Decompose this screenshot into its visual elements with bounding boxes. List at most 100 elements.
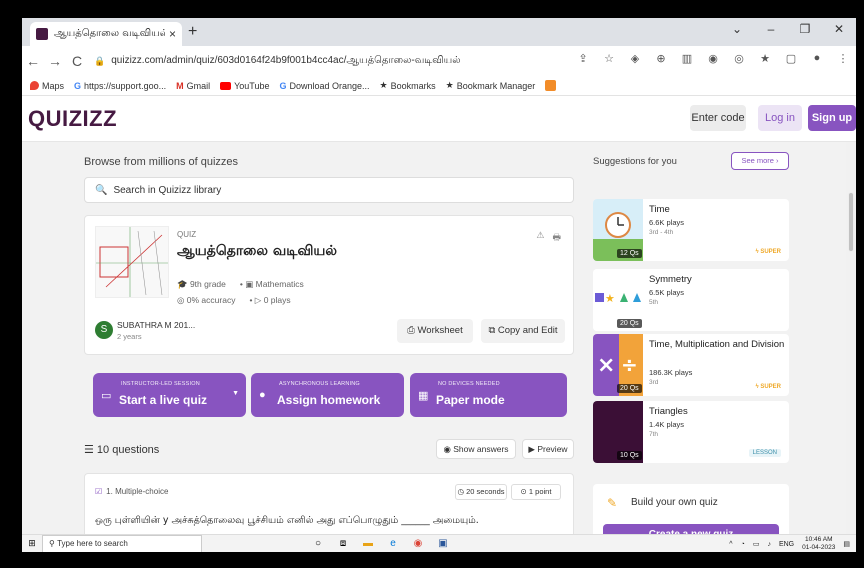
browser-tab[interactable]: ஆயத்தொலை வடிவியல் ப × [30,22,182,46]
suggestion-plays: 6.6K plays [649,218,685,227]
show-answers-button[interactable]: ◉ Show answers [436,439,516,459]
login-button[interactable]: Log in [758,105,802,131]
see-more-button[interactable]: See more › [731,152,789,170]
edge-icon[interactable]: e [387,538,399,549]
task-view-icon[interactable]: ⧈ [337,538,349,549]
quiz-stats-row: ◎ 0% accuracy • ▷ 0 plays [177,295,291,306]
bookmark-download-orange[interactable]: G Download Orange... [279,81,369,91]
signup-button[interactable]: Sign up [808,105,856,131]
points-badge[interactable]: ⊙ 1 point [511,484,561,500]
extension-icon[interactable]: ◈ [628,52,642,65]
avatar[interactable]: S [95,321,113,339]
suggestion-card-triangles[interactable]: 10 Qs Triangles 1.4K plays 7th LESSON [593,401,789,463]
scrollbar-thumb[interactable] [848,192,854,252]
question-text: ஒரு புள்ளியின் y அச்சுத்தொலைவு பூச்சியம்… [95,515,479,526]
close-window-button[interactable]: ✕ [822,18,856,40]
quiz-card: QUIZ ஆயத்தொலை வடிவியல் 🎓 9th grade • ▣ M… [84,215,574,355]
extension-icon[interactable]: ◎ [732,52,746,65]
list-icon: ☰ [84,444,97,456]
suggestion-card-symmetry[interactable]: ★ 20 Qs Symmetry 6.5K plays 5th [593,269,789,331]
windows-taskbar: ⊞ ⚲ Type here to search ○ ⧈ ▬ e ◉ ▣ ^ ◔ … [22,534,856,552]
gmail-icon: M [176,80,184,91]
question-count-badge: 12 Qs [617,249,642,258]
report-icon[interactable]: ⚠ [536,230,544,246]
close-tab-icon[interactable]: × [169,27,176,41]
side-panel-icon[interactable]: ▢ [784,52,798,65]
star-icon: ★ [445,80,454,90]
enter-code-button[interactable]: Enter code [690,105,746,131]
bookmark-manager[interactable]: ★ Bookmark Manager [446,80,536,91]
eye-icon: ◉ [443,444,454,454]
back-button[interactable]: ← [22,53,44,69]
quiz-age: 2 years [117,332,142,341]
url-text: quizizz.com/admin/quiz/603d0164f24b9f001… [111,55,461,66]
extensions-puzzle-icon[interactable]: ★ [758,52,772,65]
copy-icon: ⧉ [488,325,498,336]
bookmark-star-icon[interactable]: ☆ [602,52,616,65]
pencil-icon: ✎ [607,496,618,510]
search-placeholder: Search in Quizizz library [113,184,222,196]
bookmark-maps[interactable]: Maps [30,81,64,91]
assign-homework-button[interactable]: ● ASYNCHRONOUS LEARNING Assign homework [251,373,404,417]
bookmark-youtube[interactable]: YouTube [220,81,269,91]
print-icon[interactable]: 🖶 [553,230,562,246]
forward-button[interactable]: → [44,53,66,69]
chevron-up-icon[interactable]: ^ [729,541,732,548]
google-icon: G [74,80,82,91]
svg-text:÷: ÷ [621,353,638,377]
word-icon[interactable]: ▣ [437,538,449,549]
minimize-button[interactable]: – [754,18,788,40]
question-count-badge: 20 Qs [617,319,642,328]
windows-start-icon[interactable]: ⊞ [22,538,42,549]
bookmark-orange-app[interactable] [545,80,557,91]
menu-icon[interactable]: ⋮ [836,52,850,65]
url-field[interactable]: 🔒 quizizz.com/admin/quiz/603d0164f24b9f0… [94,50,514,72]
library-search-input[interactable]: 🔍 Search in Quizizz library [84,177,574,203]
grad-cap-icon: 🎓 [177,279,190,289]
copy-edit-button[interactable]: ⧉ Copy and Edit [481,319,565,343]
site-header: QUIZIZZ Enter code Log in Sign up [22,96,856,142]
notifications-icon[interactable]: ▤ [843,540,850,548]
svg-text:×: × [597,353,615,378]
restore-button[interactable]: ❐ [788,18,822,40]
orange-app-icon [545,80,557,91]
cortana-icon[interactable]: ○ [312,538,324,549]
file-explorer-icon[interactable]: ▬ [362,538,374,549]
suggestion-grade: 5th [649,299,659,306]
tab-title: ஆயத்தொலை வடிவியல் ப [54,28,165,39]
bookmark-gmail[interactable]: M Gmail [176,81,210,91]
reload-button[interactable]: C [66,53,88,69]
suggestion-card-multiplication[interactable]: × ÷ 20 Qs Time, Multiplication and Divis… [593,334,789,396]
build-quiz-title: Build your own quiz [631,497,718,508]
quizizz-logo[interactable]: QUIZIZZ [28,106,117,132]
paper-mode-button[interactable]: ▦ NO DEVICES NEEDED Paper mode [410,373,567,417]
page-scrollbar[interactable] [846,142,856,534]
preview-button[interactable]: ▶ Preview [522,439,574,459]
extension-icon[interactable]: ⊕ [654,52,668,65]
suggestion-card-time[interactable]: 12 Qs Time 6.6K plays 3rd - 4th ϟ SUPER [593,199,789,261]
language-indicator[interactable]: ENG [779,541,794,548]
build-quiz-card: ✎ Build your own quiz Create a new quiz [593,484,789,534]
bookmark-bookmarks[interactable]: ★ Bookmarks [380,80,436,91]
share-icon[interactable]: ⇪ [576,52,590,65]
author-name[interactable]: SUBATHRA M 201... [117,320,195,330]
clock[interactable]: 10:46 AM 01-04-2023 [802,536,835,552]
display-icon[interactable]: ▭ [753,540,760,548]
start-live-quiz-button[interactable]: ▭ INSTRUCTOR-LED SESSION Start a live qu… [93,373,246,417]
create-quiz-button[interactable]: Create a new quiz [603,524,779,534]
new-tab-button[interactable]: + [188,23,197,41]
extension-toolbar: ⇪ ☆ ◈ ⊕ ▥ ◉ ◎ ★ ▢ ● ⋮ [576,52,850,65]
chrome-icon[interactable]: ◉ [412,538,424,549]
taskbar-search-input[interactable]: ⚲ Type here to search [42,534,202,552]
chevron-down-icon[interactable]: ▼ [232,390,239,397]
bookmark-support[interactable]: Ghttps://support.goo... [74,81,166,91]
extension-icon[interactable]: ▥ [680,52,694,65]
network-icon[interactable]: ◔ [741,541,745,548]
volume-icon[interactable]: ♪ [767,541,771,548]
worksheet-button[interactable]: ⎙ Worksheet [397,319,473,343]
suggestion-grade: 3rd - 4th [649,229,674,236]
time-badge[interactable]: ◷ 20 seconds [455,484,507,500]
profile-icon[interactable]: ● [810,52,824,65]
tab-search-icon[interactable]: ⌄ [720,18,754,40]
extension-icon[interactable]: ◉ [706,52,720,65]
